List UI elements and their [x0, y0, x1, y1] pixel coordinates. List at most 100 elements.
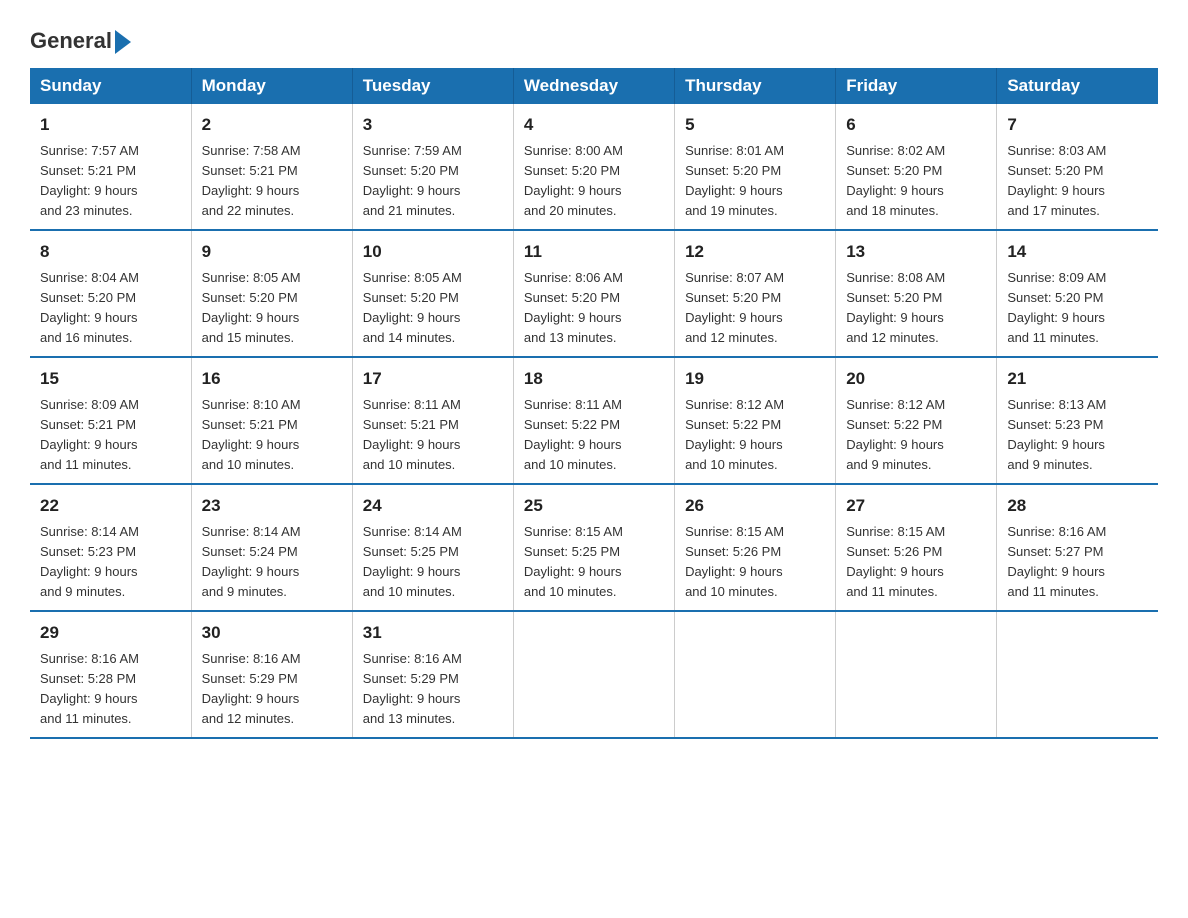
- day-number: 3: [363, 112, 503, 138]
- calendar-cell: 15 Sunrise: 8:09 AMSunset: 5:21 PMDaylig…: [30, 357, 191, 484]
- calendar-cell: 28 Sunrise: 8:16 AMSunset: 5:27 PMDaylig…: [997, 484, 1158, 611]
- day-number: 24: [363, 493, 503, 519]
- calendar-cell: [513, 611, 674, 738]
- day-number: 15: [40, 366, 181, 392]
- day-info: Sunrise: 8:15 AMSunset: 5:26 PMDaylight:…: [846, 522, 986, 603]
- header-sunday: Sunday: [30, 68, 191, 104]
- calendar-cell: 25 Sunrise: 8:15 AMSunset: 5:25 PMDaylig…: [513, 484, 674, 611]
- calendar-table: SundayMondayTuesdayWednesdayThursdayFrid…: [30, 68, 1158, 739]
- calendar-cell: 30 Sunrise: 8:16 AMSunset: 5:29 PMDaylig…: [191, 611, 352, 738]
- day-info: Sunrise: 7:58 AMSunset: 5:21 PMDaylight:…: [202, 141, 342, 222]
- calendar-header-row: SundayMondayTuesdayWednesdayThursdayFrid…: [30, 68, 1158, 104]
- calendar-cell: 14 Sunrise: 8:09 AMSunset: 5:20 PMDaylig…: [997, 230, 1158, 357]
- day-info: Sunrise: 8:15 AMSunset: 5:26 PMDaylight:…: [685, 522, 825, 603]
- header-monday: Monday: [191, 68, 352, 104]
- day-number: 2: [202, 112, 342, 138]
- day-number: 1: [40, 112, 181, 138]
- day-info: Sunrise: 8:06 AMSunset: 5:20 PMDaylight:…: [524, 268, 664, 349]
- day-info: Sunrise: 8:00 AMSunset: 5:20 PMDaylight:…: [524, 141, 664, 222]
- day-number: 13: [846, 239, 986, 265]
- calendar-cell: 3 Sunrise: 7:59 AMSunset: 5:20 PMDayligh…: [352, 104, 513, 230]
- day-info: Sunrise: 8:11 AMSunset: 5:22 PMDaylight:…: [524, 395, 664, 476]
- calendar-cell: 7 Sunrise: 8:03 AMSunset: 5:20 PMDayligh…: [997, 104, 1158, 230]
- day-number: 27: [846, 493, 986, 519]
- day-info: Sunrise: 8:14 AMSunset: 5:25 PMDaylight:…: [363, 522, 503, 603]
- calendar-cell: 4 Sunrise: 8:00 AMSunset: 5:20 PMDayligh…: [513, 104, 674, 230]
- calendar-cell: 24 Sunrise: 8:14 AMSunset: 5:25 PMDaylig…: [352, 484, 513, 611]
- day-number: 8: [40, 239, 181, 265]
- calendar-cell: 20 Sunrise: 8:12 AMSunset: 5:22 PMDaylig…: [836, 357, 997, 484]
- week-row-4: 22 Sunrise: 8:14 AMSunset: 5:23 PMDaylig…: [30, 484, 1158, 611]
- calendar-cell: 8 Sunrise: 8:04 AMSunset: 5:20 PMDayligh…: [30, 230, 191, 357]
- day-number: 30: [202, 620, 342, 646]
- day-info: Sunrise: 7:57 AMSunset: 5:21 PMDaylight:…: [40, 141, 181, 222]
- day-info: Sunrise: 8:05 AMSunset: 5:20 PMDaylight:…: [363, 268, 503, 349]
- day-number: 12: [685, 239, 825, 265]
- day-info: Sunrise: 8:08 AMSunset: 5:20 PMDaylight:…: [846, 268, 986, 349]
- day-number: 28: [1007, 493, 1148, 519]
- day-info: Sunrise: 8:16 AMSunset: 5:28 PMDaylight:…: [40, 649, 181, 730]
- day-info: Sunrise: 8:12 AMSunset: 5:22 PMDaylight:…: [685, 395, 825, 476]
- day-number: 16: [202, 366, 342, 392]
- header-tuesday: Tuesday: [352, 68, 513, 104]
- calendar-cell: 17 Sunrise: 8:11 AMSunset: 5:21 PMDaylig…: [352, 357, 513, 484]
- day-number: 18: [524, 366, 664, 392]
- day-info: Sunrise: 8:16 AMSunset: 5:27 PMDaylight:…: [1007, 522, 1148, 603]
- day-number: 21: [1007, 366, 1148, 392]
- day-info: Sunrise: 8:07 AMSunset: 5:20 PMDaylight:…: [685, 268, 825, 349]
- calendar-cell: 16 Sunrise: 8:10 AMSunset: 5:21 PMDaylig…: [191, 357, 352, 484]
- day-info: Sunrise: 8:15 AMSunset: 5:25 PMDaylight:…: [524, 522, 664, 603]
- calendar-cell: [997, 611, 1158, 738]
- calendar-cell: 21 Sunrise: 8:13 AMSunset: 5:23 PMDaylig…: [997, 357, 1158, 484]
- day-number: 10: [363, 239, 503, 265]
- day-info: Sunrise: 8:05 AMSunset: 5:20 PMDaylight:…: [202, 268, 342, 349]
- day-number: 7: [1007, 112, 1148, 138]
- week-row-1: 1 Sunrise: 7:57 AMSunset: 5:21 PMDayligh…: [30, 104, 1158, 230]
- day-info: Sunrise: 8:13 AMSunset: 5:23 PMDaylight:…: [1007, 395, 1148, 476]
- day-info: Sunrise: 7:59 AMSunset: 5:20 PMDaylight:…: [363, 141, 503, 222]
- calendar-cell: 19 Sunrise: 8:12 AMSunset: 5:22 PMDaylig…: [675, 357, 836, 484]
- logo-general: General: [30, 28, 131, 54]
- week-row-3: 15 Sunrise: 8:09 AMSunset: 5:21 PMDaylig…: [30, 357, 1158, 484]
- calendar-cell: 9 Sunrise: 8:05 AMSunset: 5:20 PMDayligh…: [191, 230, 352, 357]
- day-number: 9: [202, 239, 342, 265]
- calendar-cell: 22 Sunrise: 8:14 AMSunset: 5:23 PMDaylig…: [30, 484, 191, 611]
- day-info: Sunrise: 8:09 AMSunset: 5:20 PMDaylight:…: [1007, 268, 1148, 349]
- day-number: 29: [40, 620, 181, 646]
- day-number: 5: [685, 112, 825, 138]
- day-number: 25: [524, 493, 664, 519]
- day-number: 20: [846, 366, 986, 392]
- calendar-cell: [675, 611, 836, 738]
- day-info: Sunrise: 8:10 AMSunset: 5:21 PMDaylight:…: [202, 395, 342, 476]
- day-number: 31: [363, 620, 503, 646]
- day-number: 6: [846, 112, 986, 138]
- calendar-cell: 29 Sunrise: 8:16 AMSunset: 5:28 PMDaylig…: [30, 611, 191, 738]
- calendar-cell: [836, 611, 997, 738]
- calendar-cell: 11 Sunrise: 8:06 AMSunset: 5:20 PMDaylig…: [513, 230, 674, 357]
- calendar-cell: 13 Sunrise: 8:08 AMSunset: 5:20 PMDaylig…: [836, 230, 997, 357]
- header-thursday: Thursday: [675, 68, 836, 104]
- header-friday: Friday: [836, 68, 997, 104]
- calendar-cell: 18 Sunrise: 8:11 AMSunset: 5:22 PMDaylig…: [513, 357, 674, 484]
- logo-general-text: General: [30, 28, 112, 54]
- day-info: Sunrise: 8:02 AMSunset: 5:20 PMDaylight:…: [846, 141, 986, 222]
- day-info: Sunrise: 8:14 AMSunset: 5:23 PMDaylight:…: [40, 522, 181, 603]
- day-number: 26: [685, 493, 825, 519]
- header-saturday: Saturday: [997, 68, 1158, 104]
- day-info: Sunrise: 8:01 AMSunset: 5:20 PMDaylight:…: [685, 141, 825, 222]
- logo-arrow-icon: [115, 30, 131, 54]
- day-info: Sunrise: 8:14 AMSunset: 5:24 PMDaylight:…: [202, 522, 342, 603]
- calendar-cell: 2 Sunrise: 7:58 AMSunset: 5:21 PMDayligh…: [191, 104, 352, 230]
- calendar-cell: 23 Sunrise: 8:14 AMSunset: 5:24 PMDaylig…: [191, 484, 352, 611]
- day-number: 14: [1007, 239, 1148, 265]
- logo: General: [30, 20, 131, 50]
- calendar-cell: 6 Sunrise: 8:02 AMSunset: 5:20 PMDayligh…: [836, 104, 997, 230]
- calendar-cell: 1 Sunrise: 7:57 AMSunset: 5:21 PMDayligh…: [30, 104, 191, 230]
- day-number: 4: [524, 112, 664, 138]
- calendar-cell: 26 Sunrise: 8:15 AMSunset: 5:26 PMDaylig…: [675, 484, 836, 611]
- day-info: Sunrise: 8:04 AMSunset: 5:20 PMDaylight:…: [40, 268, 181, 349]
- calendar-cell: 10 Sunrise: 8:05 AMSunset: 5:20 PMDaylig…: [352, 230, 513, 357]
- day-info: Sunrise: 8:09 AMSunset: 5:21 PMDaylight:…: [40, 395, 181, 476]
- header-wednesday: Wednesday: [513, 68, 674, 104]
- day-info: Sunrise: 8:03 AMSunset: 5:20 PMDaylight:…: [1007, 141, 1148, 222]
